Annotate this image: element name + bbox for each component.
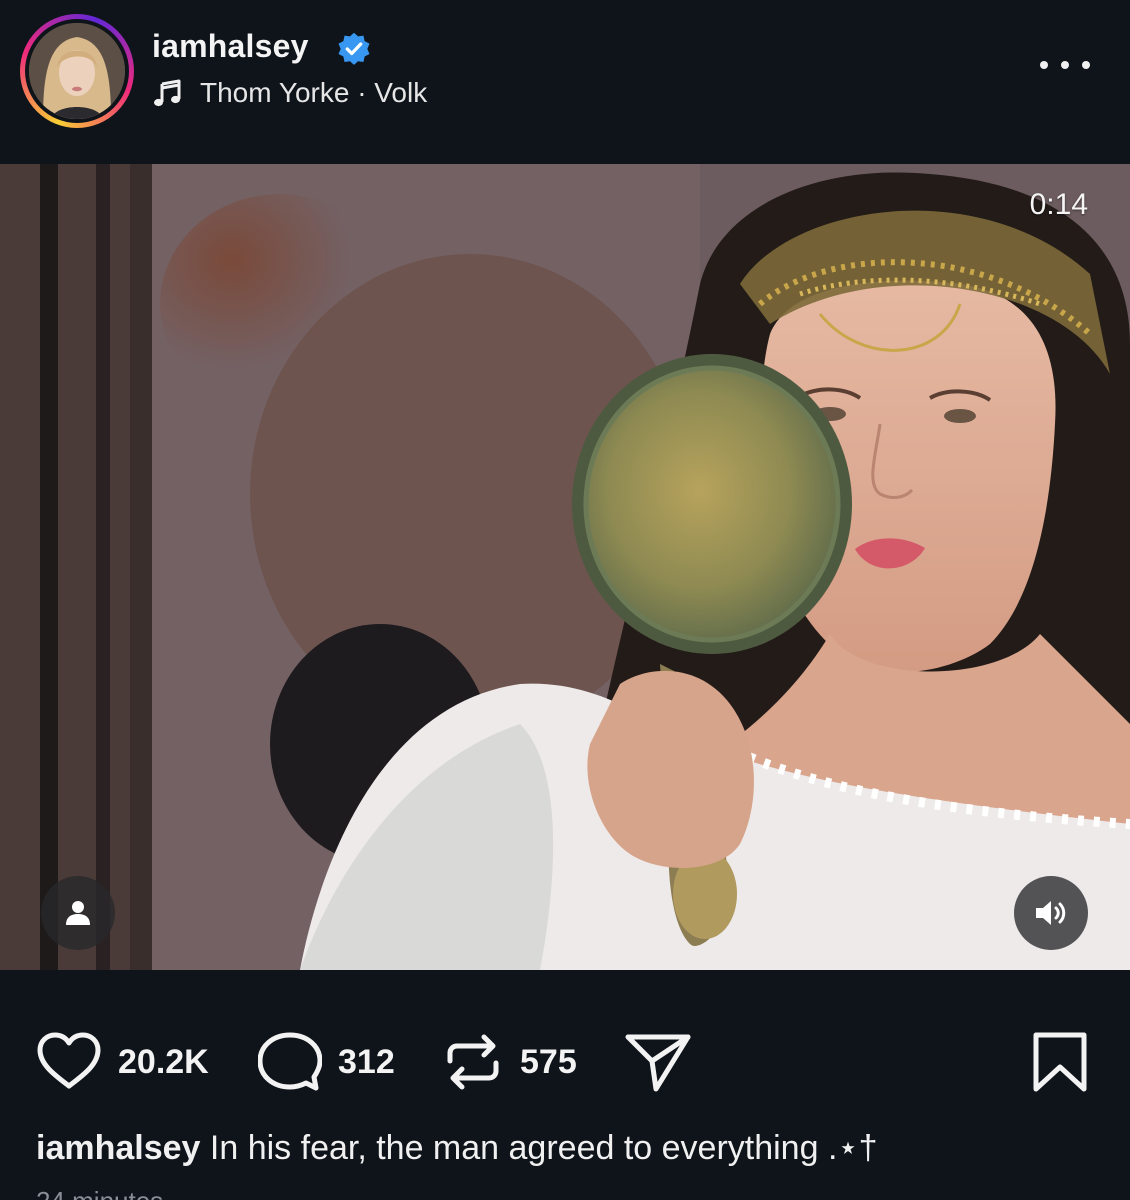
avatar-gap <box>25 19 129 123</box>
video-timestamp: 0:14 <box>1029 188 1088 221</box>
comment-bubble-icon <box>258 1032 322 1091</box>
speaker-sound-icon <box>1036 901 1066 925</box>
post-frame: iamhalsey Thom Yorke · Volk 0:14 20.2K 3… <box>0 0 1130 1200</box>
username[interactable]: iamhalsey <box>152 28 309 65</box>
post-time-ago: 24 minutes <box>36 1186 163 1200</box>
comment-count: 312 <box>338 1042 395 1081</box>
tagged-users-button[interactable] <box>41 876 115 950</box>
bookmark-button[interactable] <box>1032 1032 1088 1092</box>
more-dot <box>1082 61 1090 69</box>
music-info[interactable]: Thom Yorke · Volk <box>152 76 427 110</box>
avatar-portrait <box>29 23 125 119</box>
sound-toggle-button[interactable] <box>1014 876 1088 950</box>
repost-icon <box>447 1034 499 1090</box>
avatar[interactable] <box>29 23 125 119</box>
heart-icon <box>37 1032 101 1089</box>
video-frame <box>0 164 1130 970</box>
like-count: 20.2K <box>118 1042 209 1081</box>
song-label: Thom Yorke · Volk <box>200 77 428 108</box>
person-icon <box>66 901 90 925</box>
repost-count: 575 <box>520 1042 577 1081</box>
share-button[interactable] <box>624 1032 692 1092</box>
verified-badge-icon <box>338 32 370 65</box>
like-button[interactable]: 20.2K <box>36 1032 209 1092</box>
more-dot <box>1061 61 1069 69</box>
paper-plane-icon <box>625 1034 691 1092</box>
post-caption: iamhalsey In his fear, the man agreed to… <box>36 1128 1096 1168</box>
caption-text: In his fear, the man agreed to everythin… <box>209 1129 878 1167</box>
action-bar: 20.2K 312 575 <box>0 1022 1130 1102</box>
caption-username[interactable]: iamhalsey <box>36 1129 200 1167</box>
music-note-icon <box>154 79 181 107</box>
post-video[interactable]: 0:14 <box>0 164 1130 970</box>
more-dot <box>1040 61 1048 69</box>
avatar-story-ring[interactable] <box>20 14 134 128</box>
comment-button[interactable]: 312 <box>258 1032 395 1092</box>
post-header: iamhalsey Thom Yorke · Volk <box>0 0 1130 140</box>
more-options-button[interactable] <box>1040 50 1090 80</box>
bookmark-icon <box>1033 1032 1087 1092</box>
repost-button[interactable]: 575 <box>442 1032 577 1092</box>
